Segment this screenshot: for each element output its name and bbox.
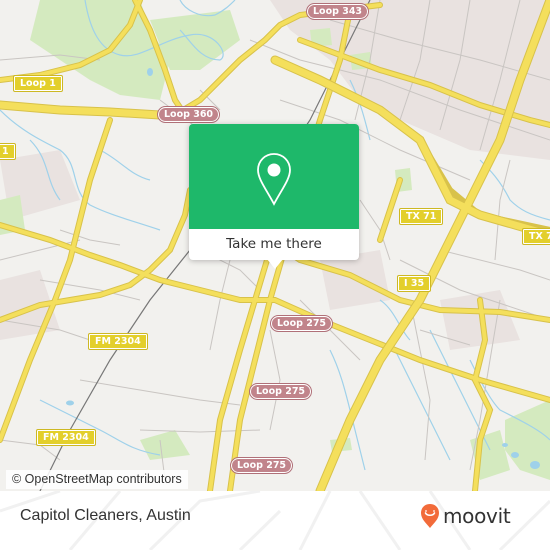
road-label-loop-1-edge: 1 bbox=[0, 143, 16, 160]
road-label-loop-1: Loop 1 bbox=[13, 75, 63, 92]
moovit-smiley-pin-icon bbox=[421, 504, 439, 528]
road-label-fm-2304-south: FM 2304 bbox=[36, 429, 96, 446]
map-pin-icon bbox=[257, 153, 291, 206]
road-label-i-35: I 35 bbox=[396, 275, 432, 292]
road-label-tx-71-west: TX 71 bbox=[398, 208, 444, 225]
road-label-fm-2304-north: FM 2304 bbox=[88, 333, 148, 350]
road-label-tx-71-east: TX 71 bbox=[521, 228, 550, 245]
road-label-loop-275-north: Loop 275 bbox=[269, 315, 334, 332]
location-popup: Take me there bbox=[189, 124, 359, 269]
map-attribution[interactable]: © OpenStreetMap contributors bbox=[6, 470, 188, 489]
footer-bar: Capitol Cleaners, Austin moovit bbox=[0, 491, 550, 550]
road-label-loop-360: Loop 360 bbox=[156, 106, 221, 123]
popup-pointer bbox=[267, 259, 283, 269]
take-me-there-button[interactable]: Take me there bbox=[189, 229, 359, 260]
place-name: Capitol Cleaners, Austin bbox=[20, 507, 191, 524]
popup-header bbox=[189, 124, 359, 229]
road-label-loop-275-middle: Loop 275 bbox=[248, 383, 313, 400]
brand-name: moovit bbox=[443, 504, 511, 528]
moovit-logo[interactable]: moovit bbox=[420, 503, 511, 529]
road-label-loop-343: Loop 343 bbox=[305, 3, 370, 20]
road-label-loop-275-south: Loop 275 bbox=[229, 457, 294, 474]
map-view[interactable]: Loop 1 1 Loop 360 Loop 343 TX 71 TX 71 I… bbox=[0, 0, 550, 491]
